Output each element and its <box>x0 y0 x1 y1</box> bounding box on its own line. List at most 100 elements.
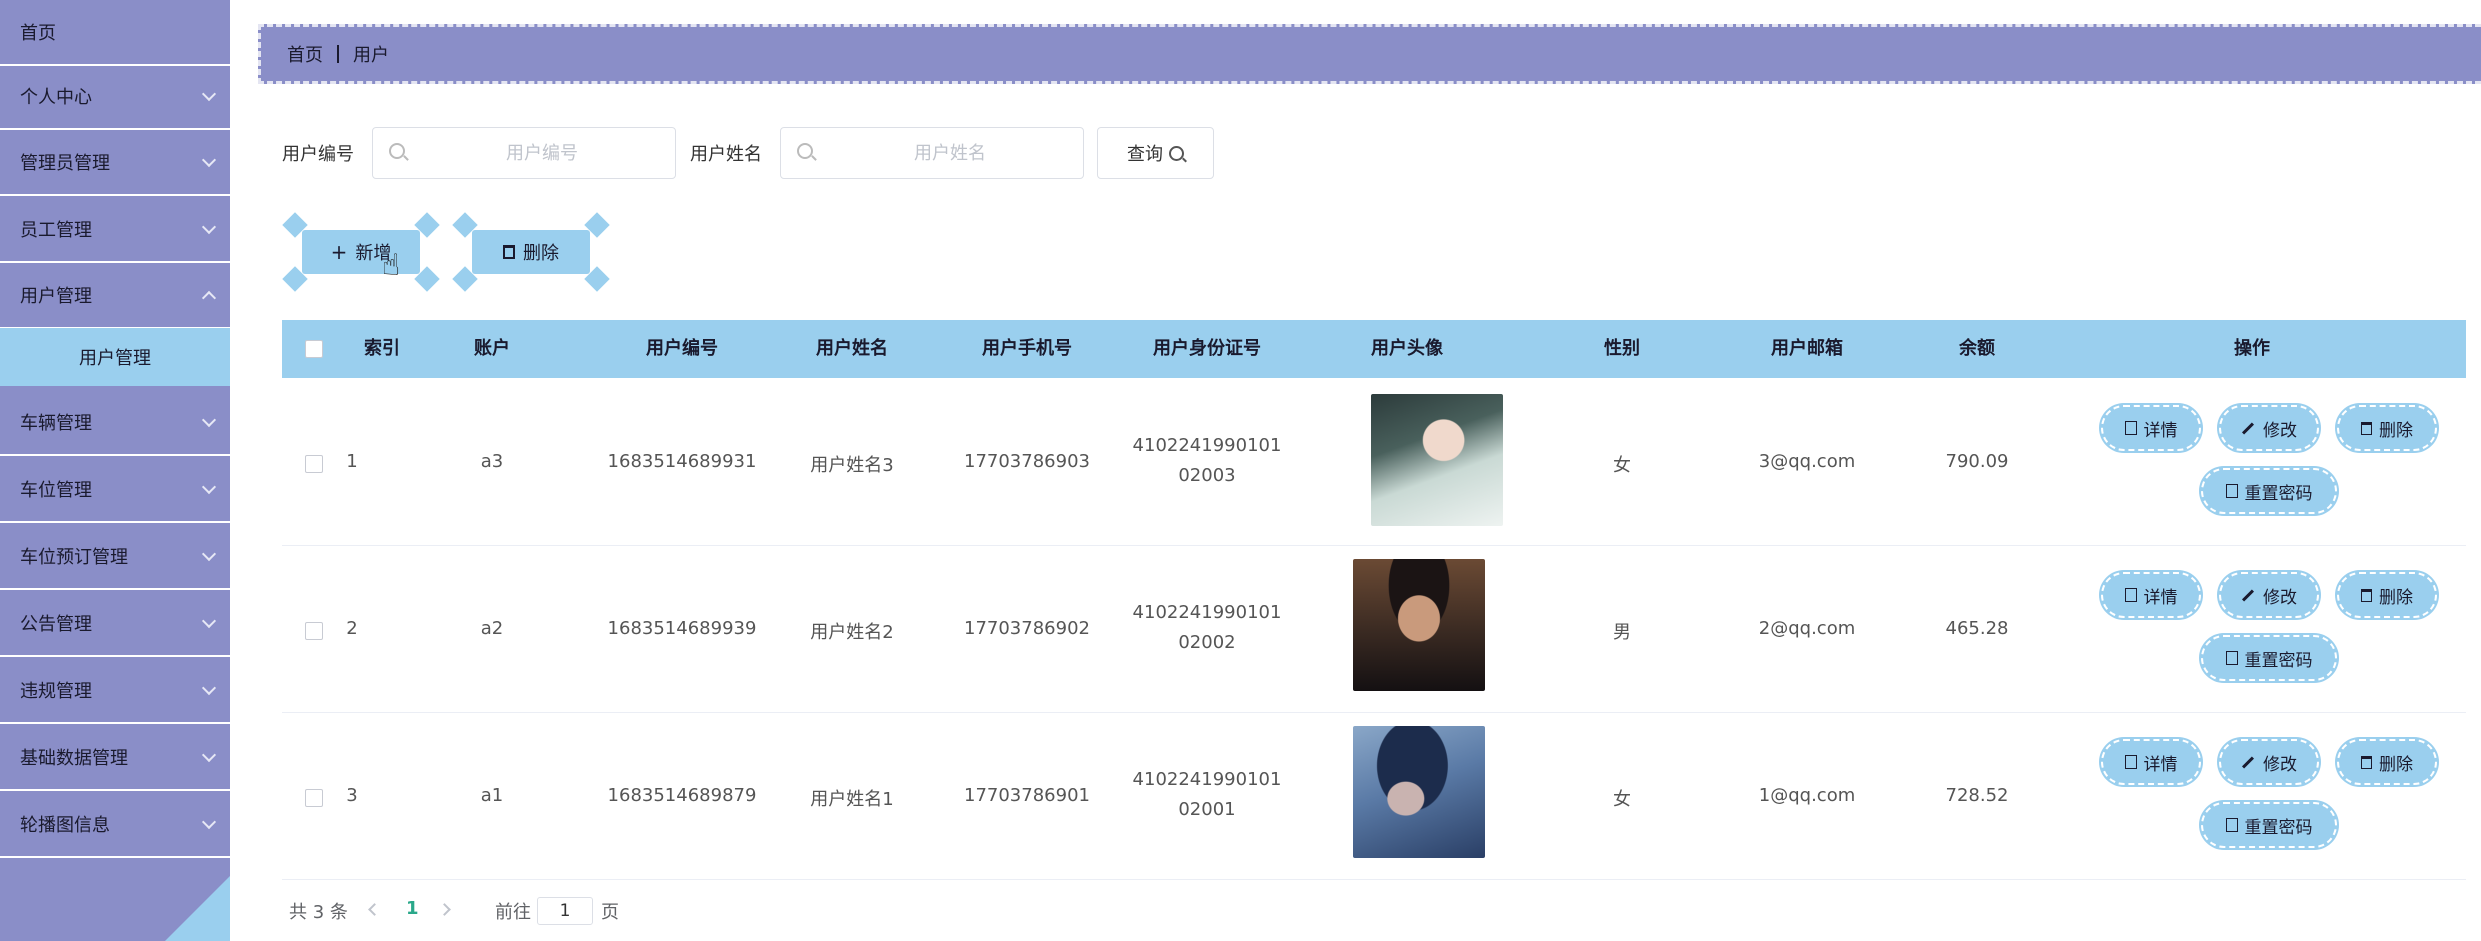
query-button[interactable]: 查询 <box>1097 127 1214 179</box>
sidebar-item-space-booking-management[interactable]: 车位预订管理 <box>0 524 230 590</box>
breadcrumb: 首页 用户 <box>258 24 2481 84</box>
reset-password-button-label: 重置密码 <box>2244 650 2313 671</box>
sidebar-item-label: 首页 <box>20 23 56 44</box>
cell-user-no: 1683514689939 <box>607 618 757 639</box>
sidebar-item-base-data-management[interactable]: 基础数据管理 <box>0 725 230 791</box>
detail-button-label: 详情 <box>2143 587 2178 608</box>
document-icon <box>2124 755 2137 769</box>
row-checkbox[interactable] <box>305 622 323 640</box>
user-no-search-box <box>372 127 676 179</box>
reset-password-button-label: 重置密码 <box>2244 817 2313 838</box>
button-decoration <box>584 266 610 292</box>
chevron-down-icon <box>201 86 217 102</box>
cell-account: a3 <box>480 451 504 472</box>
reset-password-button-label: 重置密码 <box>2244 483 2313 504</box>
chevron-left-icon[interactable] <box>368 903 381 916</box>
reset-password-button[interactable]: 重置密码 <box>2201 635 2337 681</box>
cell-index: 2 <box>346 618 358 639</box>
cell-phone: 17703786902 <box>964 618 1090 639</box>
add-button[interactable]: + 新增 <box>282 212 440 292</box>
user-no-input[interactable] <box>417 128 667 178</box>
chevron-right-icon[interactable] <box>438 903 451 916</box>
row-checkbox[interactable] <box>305 789 323 807</box>
trash-icon <box>2361 588 2372 602</box>
table-row: 3 a1 1683514689879 用户姓名1 17703786901 410… <box>282 713 2466 880</box>
cell-email: 1@qq.com <box>1758 785 1856 806</box>
delete-button[interactable]: 删除 <box>2337 739 2437 785</box>
detail-button[interactable]: 详情 <box>2101 572 2201 618</box>
edit-button[interactable]: 修改 <box>2219 739 2319 785</box>
sidebar-item-user-management[interactable]: 用户管理 <box>0 263 230 329</box>
sidebar-item-notice-management[interactable]: 公告管理 <box>0 591 230 657</box>
cell-id-number-line1: 4102241990101 <box>1132 435 1282 456</box>
column-header-email: 用户邮箱 <box>1771 338 1843 359</box>
cell-email: 3@qq.com <box>1758 451 1856 472</box>
sidebar-item-label: 基础数据管理 <box>20 748 128 769</box>
sidebar-item-carousel-info[interactable]: 轮播图信息 <box>0 792 230 858</box>
detail-button-label: 详情 <box>2143 754 2178 775</box>
reset-password-button[interactable]: 重置密码 <box>2201 468 2337 514</box>
delete-button-label: 删除 <box>2379 587 2413 608</box>
detail-button[interactable]: 详情 <box>2101 739 2201 785</box>
batch-delete-button[interactable]: 删除 <box>452 212 610 292</box>
corner-decoration <box>165 876 230 941</box>
sidebar-item-label: 轮播图信息 <box>20 815 110 836</box>
document-icon <box>2124 588 2137 602</box>
edit-icon <box>2241 421 2255 435</box>
cell-user-name: 用户姓名2 <box>810 622 894 643</box>
column-header-id-number: 用户身份证号 <box>1153 338 1261 359</box>
chevron-up-icon <box>201 290 217 306</box>
cell-user-name: 用户姓名1 <box>810 789 894 810</box>
delete-button[interactable]: 删除 <box>2337 405 2437 451</box>
pagination-goto-label: 前往 <box>495 902 531 923</box>
pagination-current-page[interactable]: 1 <box>406 898 419 919</box>
sidebar-item-personal-center[interactable]: 个人中心 <box>0 64 230 130</box>
breadcrumb-current: 用户 <box>353 45 389 66</box>
column-header-balance: 余额 <box>1959 338 1995 359</box>
query-button-label: 查询 <box>1127 144 1163 165</box>
delete-button-label: 删除 <box>2379 420 2413 441</box>
row-checkbox[interactable] <box>305 455 323 473</box>
detail-button-label: 详情 <box>2143 420 2178 441</box>
cell-balance: 465.28 <box>1945 618 2009 639</box>
user-name-search-box <box>780 127 1084 179</box>
sidebar-subitem-label: 用户管理 <box>79 348 151 369</box>
cell-user-name: 用户姓名3 <box>810 455 894 476</box>
chevron-down-icon <box>201 747 217 763</box>
user-avatar-image <box>1353 559 1485 691</box>
edit-button[interactable]: 修改 <box>2219 405 2319 451</box>
user-name-label: 用户姓名 <box>690 144 762 165</box>
select-all-checkbox[interactable] <box>305 340 323 358</box>
document-icon <box>2225 651 2238 665</box>
cell-index: 3 <box>346 785 358 806</box>
sidebar-item-admin-management[interactable]: 管理员管理 <box>0 130 230 196</box>
sidebar-item-parking-space-management[interactable]: 车位管理 <box>0 457 230 523</box>
sidebar-item-staff-management[interactable]: 员工管理 <box>0 197 230 263</box>
chevron-down-icon <box>201 546 217 562</box>
sidebar-item-label: 公告管理 <box>20 614 92 635</box>
detail-button[interactable]: 详情 <box>2101 405 2201 451</box>
button-decoration <box>414 266 440 292</box>
search-icon <box>797 143 813 159</box>
edit-button-label: 修改 <box>2263 587 2297 608</box>
reset-password-button[interactable]: 重置密码 <box>2201 802 2337 848</box>
trash-icon <box>2361 755 2372 769</box>
document-icon <box>2225 818 2238 832</box>
cell-id-number-line2: 02003 <box>1178 465 1236 486</box>
delete-button[interactable]: 删除 <box>2337 572 2437 618</box>
sidebar-item-violation-management[interactable]: 违规管理 <box>0 658 230 724</box>
sidebar-item-vehicle-management[interactable]: 车辆管理 <box>0 390 230 456</box>
chevron-down-icon <box>201 680 217 696</box>
edit-button-label: 修改 <box>2263 754 2297 775</box>
cell-user-no: 1683514689931 <box>607 451 757 472</box>
breadcrumb-home[interactable]: 首页 <box>287 41 323 67</box>
sidebar-item-home[interactable]: 首页 <box>0 0 230 66</box>
cell-email: 2@qq.com <box>1758 618 1856 639</box>
pagination-goto-input[interactable]: 1 <box>537 897 593 925</box>
button-decoration <box>452 266 478 292</box>
sidebar-subitem-user-management[interactable]: 用户管理 <box>0 328 230 386</box>
edit-button[interactable]: 修改 <box>2219 572 2319 618</box>
user-name-input[interactable] <box>825 128 1075 178</box>
column-header-avatar: 用户头像 <box>1371 338 1443 359</box>
cell-account: a1 <box>480 785 504 806</box>
